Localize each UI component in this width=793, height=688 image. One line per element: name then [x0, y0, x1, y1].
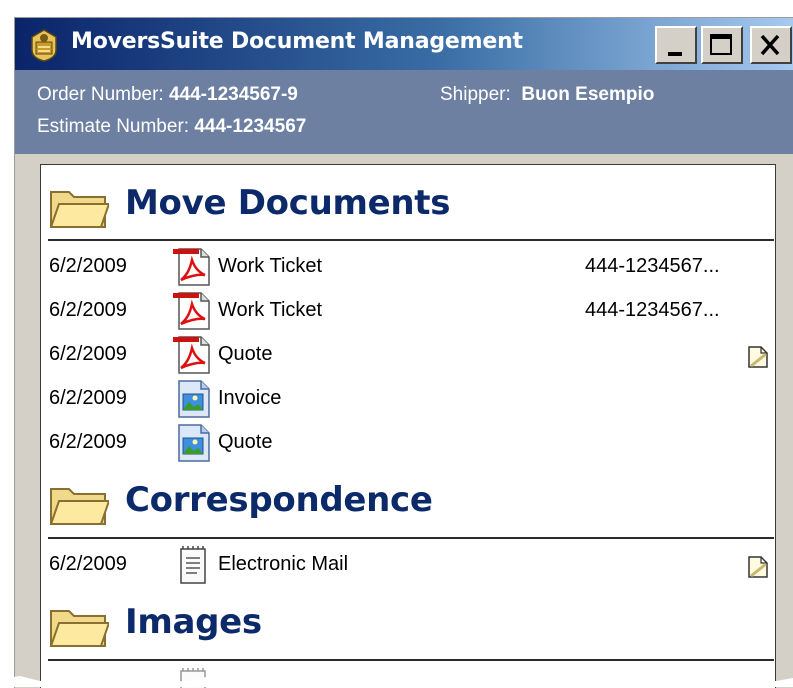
section-title: Move Documents	[125, 183, 451, 223]
estimate-number: Estimate Number: 444-1234567	[37, 116, 306, 138]
document-management-window: MoversSuite Document Management Order Nu…	[14, 17, 793, 688]
document-date: 6/2/2009	[49, 343, 127, 365]
torn-edge	[0, 676, 793, 687]
section-correspondence[interactable]: Correspondence	[49, 480, 769, 529]
document-row[interactable]: 6/2/2009 Work Ticket 444-1234567...	[41, 247, 775, 287]
note-icon[interactable]	[747, 345, 769, 369]
document-date: 6/2/2009	[49, 553, 127, 575]
window-title: MoversSuite Document Management	[71, 29, 523, 54]
maximize-icon	[710, 34, 732, 55]
close-icon	[760, 34, 780, 56]
close-button[interactable]	[750, 26, 792, 64]
section-title: Correspondence	[125, 480, 433, 520]
document-name: Work Ticket	[218, 299, 323, 321]
document-row[interactable]: 6/2/2009 Work Ticket 444-1234567...	[41, 291, 775, 331]
document-date: 6/2/2009	[49, 387, 127, 409]
section-title: Images	[125, 602, 262, 642]
estimate-number-label: Estimate Number:	[37, 116, 190, 137]
shipper-value: Buon Esempio	[521, 84, 655, 105]
image-icon	[178, 380, 210, 418]
document-row[interactable]: 6/2/2009 Quote	[41, 335, 775, 375]
document-name: Work Ticket	[218, 255, 323, 277]
folder-icon	[49, 488, 109, 525]
minimize-icon	[668, 52, 682, 56]
title-bar[interactable]: MoversSuite Document Management	[15, 18, 793, 70]
folder-icon	[49, 610, 109, 647]
image-icon	[178, 424, 210, 462]
estimate-number-value: 444-1234567	[194, 116, 307, 137]
section-divider	[48, 659, 774, 661]
order-number-value: 444-1234567-9	[168, 84, 298, 105]
document-reference: 444-1234567...	[585, 255, 720, 277]
document-row[interactable]: 6/2/2009 Electronic Mail	[41, 545, 775, 585]
document-reference: 444-1234567...	[585, 299, 720, 321]
documents-panel[interactable]: Move Documents 6/2/2009 Work Ticket 444-…	[40, 164, 776, 688]
document-row[interactable]: 6/2/2009 Invoice	[41, 379, 775, 419]
text-document-icon	[180, 546, 206, 584]
order-number-label: Order Number:	[37, 84, 164, 105]
moverssuite-logo-icon	[31, 29, 57, 62]
document-name: Invoice	[218, 387, 282, 409]
shipper-label: Shipper:	[440, 84, 511, 105]
document-name: Quote	[218, 343, 273, 365]
document-date: 6/2/2009	[49, 299, 127, 321]
section-images[interactable]: Images	[49, 602, 769, 651]
pdf-icon	[173, 248, 210, 286]
section-divider	[48, 537, 774, 539]
document-date: 6/2/2009	[49, 255, 127, 277]
pdf-icon	[173, 292, 210, 330]
document-row[interactable]: 6/2/2009 Quote	[41, 423, 775, 463]
section-move-documents[interactable]: Move Documents	[49, 183, 769, 232]
document-name: Electronic Mail	[218, 553, 349, 575]
folder-icon	[49, 191, 109, 228]
order-number: Order Number: 444-1234567-9	[37, 84, 298, 106]
document-name: Quote	[218, 431, 273, 453]
shipper: Shipper: Buon Esempio	[440, 84, 654, 106]
order-info-bar: Order Number: 444-1234567-9 Estimate Num…	[15, 70, 793, 154]
maximize-button[interactable]	[701, 26, 743, 64]
note-icon[interactable]	[747, 555, 769, 579]
section-divider	[48, 239, 774, 241]
document-date: 6/2/2009	[49, 431, 127, 453]
minimize-button[interactable]	[655, 26, 697, 64]
pdf-icon	[173, 336, 210, 374]
